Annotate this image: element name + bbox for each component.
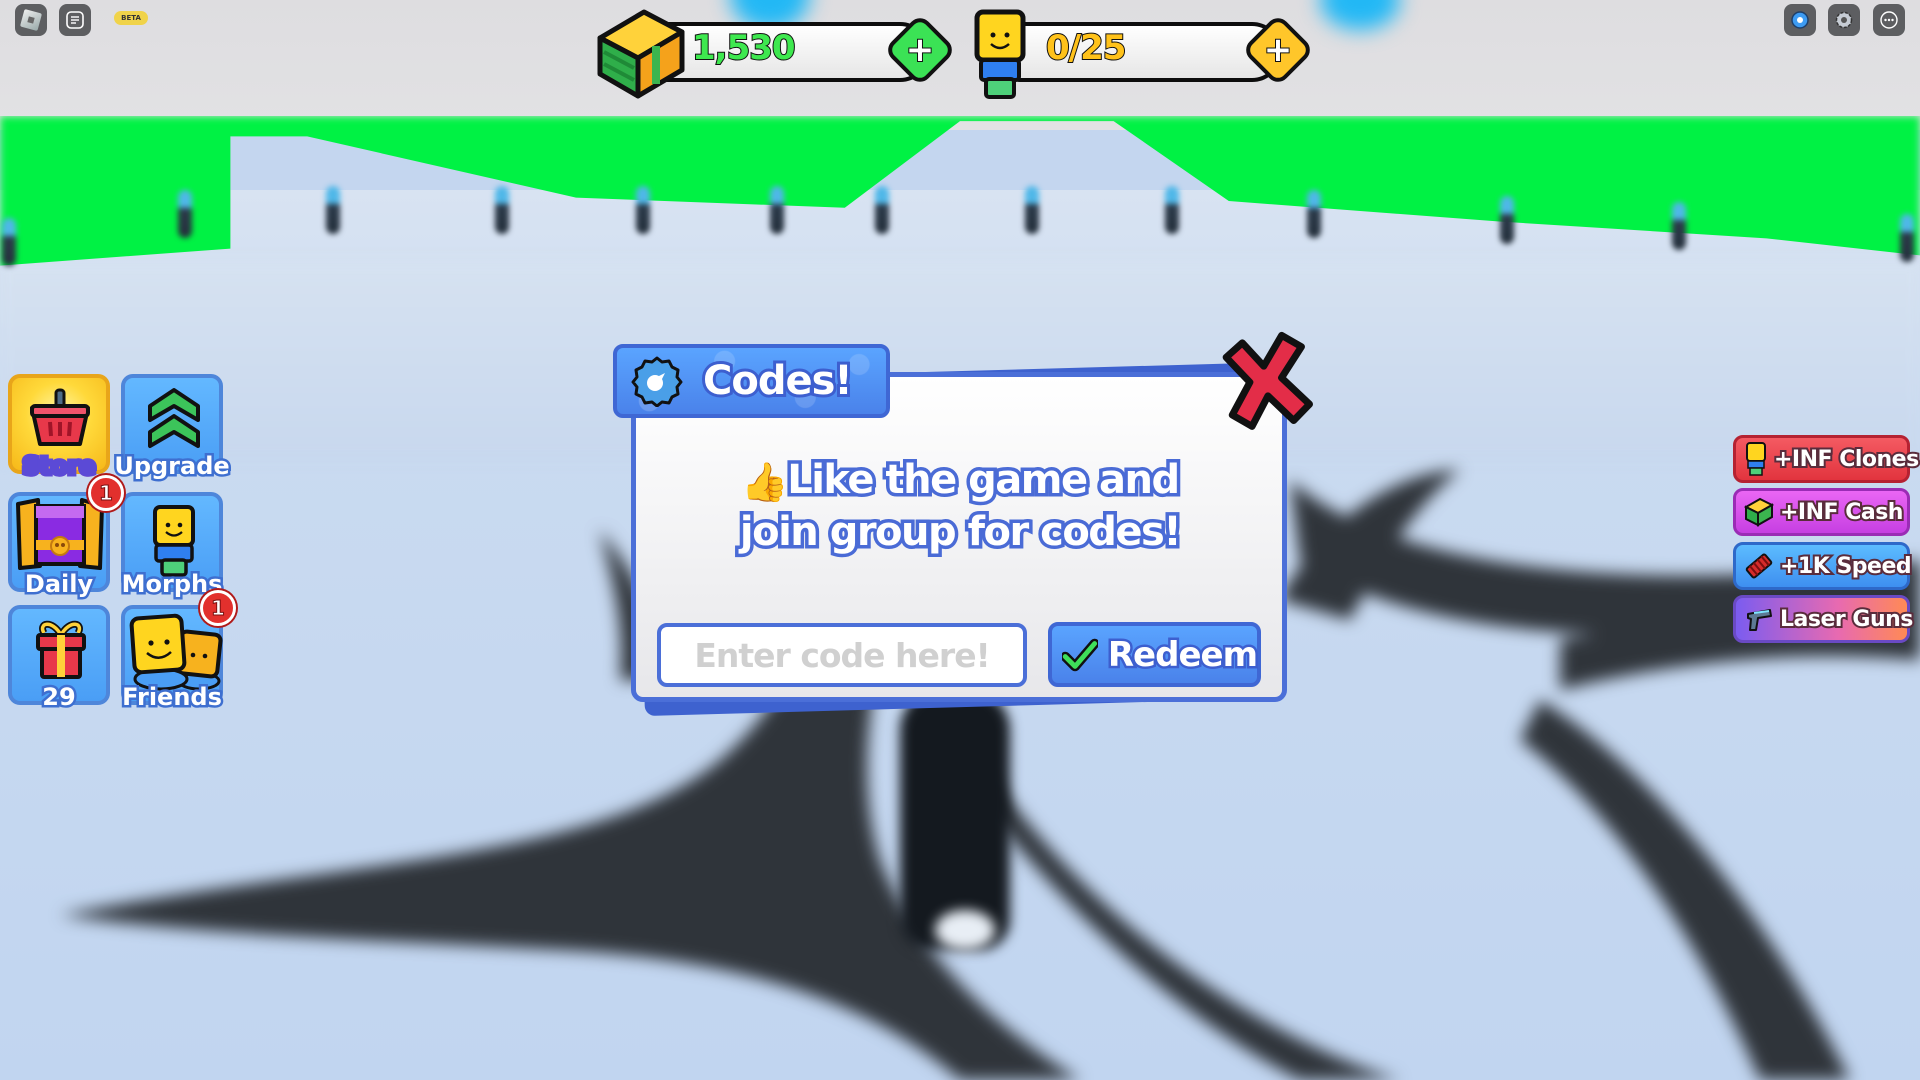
close-button[interactable]	[1212, 330, 1320, 434]
promo-label: +1K Speed	[1778, 552, 1914, 581]
cash-stack-icon	[1744, 494, 1774, 530]
message-line-2: join group for codes!	[736, 506, 1185, 559]
more-icon	[1880, 11, 1898, 29]
close-x-icon	[1222, 331, 1314, 430]
noob-character-icon	[974, 9, 1026, 99]
promo-speed-button[interactable]: +1K Speed	[1733, 542, 1914, 590]
store-button[interactable]: Store	[8, 374, 110, 483]
double-chevron-up-icon	[148, 388, 200, 448]
promo-inf-clones-button[interactable]: +INF Clones	[1733, 435, 1920, 483]
gift-timer-label: 29	[40, 681, 78, 714]
message-line-1: Like the game and	[784, 454, 1184, 507]
promo-laser-guns-button[interactable]: Laser Guns	[1733, 595, 1915, 643]
redeem-button[interactable]: Redeem	[1048, 622, 1261, 687]
settings-icon	[1835, 11, 1853, 29]
cash-value: 1,530	[691, 27, 797, 69]
codes-dialog-title-tab: Codes!	[613, 344, 890, 418]
roblox-menu-icon	[19, 8, 43, 32]
code-input[interactable]	[657, 623, 1027, 687]
chat-icon	[66, 11, 84, 29]
plus-icon: +	[905, 29, 936, 71]
thumbs-up-icon: 👍	[741, 460, 788, 504]
settings-button[interactable]	[1828, 4, 1860, 36]
promo-label: +INF Clones	[1772, 445, 1920, 474]
spring-icon	[1744, 548, 1774, 584]
more-button[interactable]	[1873, 4, 1905, 36]
basket-icon	[30, 388, 90, 446]
gift-icon	[36, 620, 86, 679]
gift-button[interactable]: 29	[8, 605, 110, 714]
record-icon	[1791, 11, 1809, 29]
noob-character-icon	[1744, 441, 1768, 477]
laser-gun-icon	[1744, 601, 1774, 637]
redeem-label: Redeem	[1105, 632, 1260, 677]
cash-stack-icon	[597, 9, 685, 99]
verified-badge-icon	[631, 356, 683, 407]
daily-label: Daily	[22, 568, 95, 601]
codes-dialog-title: Codes!	[700, 355, 856, 407]
store-label: Store	[20, 450, 98, 483]
roblox-menu-button[interactable]	[15, 4, 47, 36]
noob-character-icon	[153, 505, 195, 577]
morphs-button[interactable]: Morphs	[119, 492, 225, 601]
checkmark-icon	[1062, 638, 1098, 671]
record-button[interactable]	[1784, 4, 1816, 36]
friends-label: Friends	[120, 681, 225, 714]
friends-notification-badge: 1	[200, 590, 236, 626]
clones-value: 0/25	[1045, 27, 1127, 69]
upgrade-button[interactable]: Upgrade	[112, 374, 232, 483]
codes-dialog-message: 👍Like the game and join group for codes!	[660, 454, 1260, 559]
player-foot	[935, 910, 995, 950]
upgrade-label: Upgrade	[112, 450, 232, 483]
daily-notification-badge: 1	[88, 475, 124, 511]
chat-button[interactable]	[59, 4, 91, 36]
plus-icon: +	[1263, 29, 1294, 71]
treasure-chest-icon	[16, 498, 104, 570]
promo-label: Laser Guns	[1778, 605, 1915, 634]
promo-label: +INF Cash	[1778, 498, 1905, 527]
promo-inf-cash-button[interactable]: +INF Cash	[1733, 488, 1910, 536]
beta-badge: BETA	[114, 11, 148, 25]
